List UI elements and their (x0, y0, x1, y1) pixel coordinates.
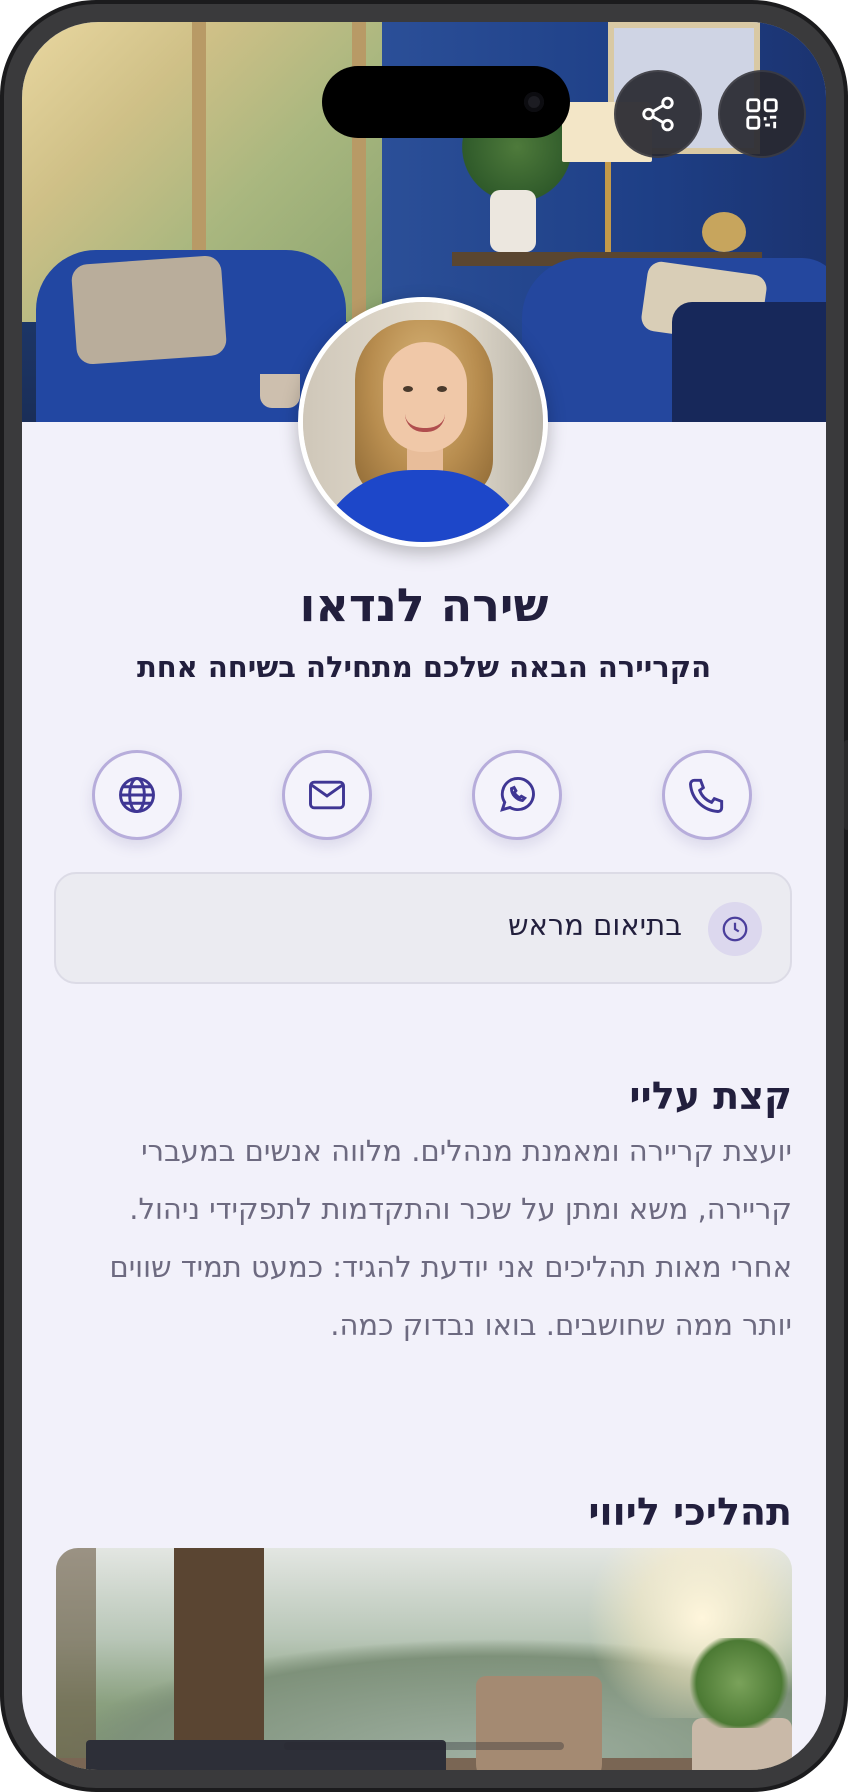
about-text: יועצת קריירה ומאמנת מנהלים. מלווה אנשים … (109, 1134, 792, 1342)
hours-text: בתיאום מראש (507, 908, 682, 942)
phone-icon (689, 778, 724, 813)
phone-button[interactable] (662, 750, 752, 840)
share-icon (642, 96, 674, 132)
home-indicator[interactable] (284, 1742, 564, 1750)
about-title: קצת עליי (629, 1074, 792, 1118)
qr-code-icon (746, 98, 778, 130)
clock-icon-badge (708, 902, 762, 956)
email-button[interactable] (282, 750, 372, 840)
qr-code-button[interactable] (718, 70, 806, 158)
whatsapp-button[interactable] (472, 750, 562, 840)
side-button (844, 740, 848, 830)
share-button[interactable] (614, 70, 702, 158)
avatar (298, 297, 548, 547)
globe-icon (119, 777, 155, 813)
processes-title: תהליכי ליווי (588, 1490, 792, 1534)
clock-icon (722, 916, 748, 942)
mail-icon (309, 780, 345, 810)
screen: שירה לנדאו הקריירה הבאה שלכם מתחילה בשיח… (22, 22, 826, 1770)
dynamic-island (322, 66, 570, 138)
profile-name: שירה לנדאו (299, 578, 549, 632)
website-button[interactable] (92, 750, 182, 840)
profile-tagline: הקריירה הבאה שלכם מתחילה בשיחה אחת (136, 650, 712, 684)
whatsapp-icon (500, 776, 535, 812)
process-card-image[interactable] (56, 1548, 792, 1770)
hours-card: בתיאום מראש (54, 872, 792, 984)
phone-frame: שירה לנדאו הקריירה הבאה שלכם מתחילה בשיח… (0, 0, 848, 1792)
